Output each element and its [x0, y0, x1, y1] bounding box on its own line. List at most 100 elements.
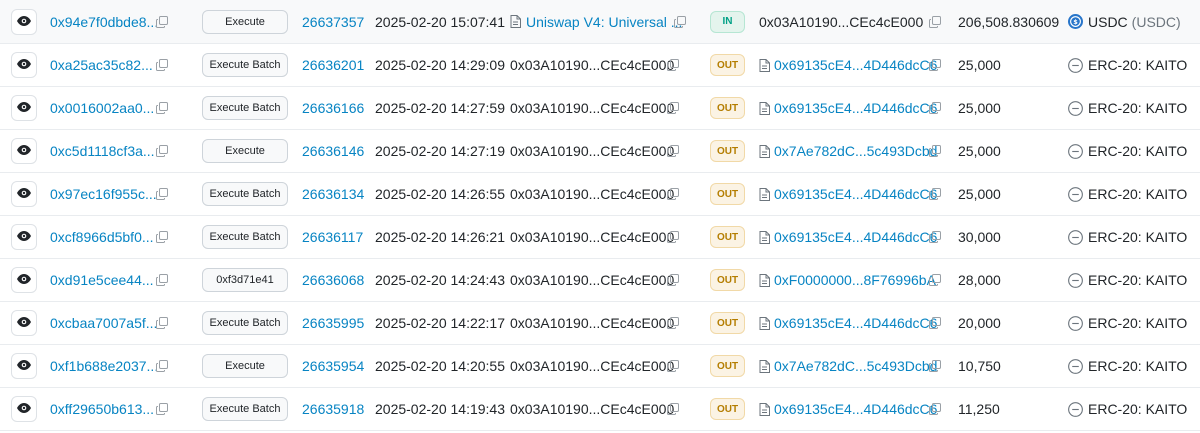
to-address-link[interactable]: 0x69135cE4...4D446dcC6 [759, 173, 937, 215]
erc20-token-icon [1068, 315, 1083, 331]
transaction-hash-link[interactable]: 0xcf8966d5bf0... [50, 216, 154, 258]
token-link[interactable]: ERC-20: KAITO [1068, 87, 1187, 129]
copy-from-button[interactable] [667, 302, 679, 344]
copy-from-button[interactable] [667, 44, 679, 86]
copy-to-button[interactable] [929, 173, 941, 215]
copy-hash-button[interactable] [156, 44, 168, 86]
to-address-link[interactable]: 0x69135cE4...4D446dcC6 [759, 87, 937, 129]
transaction-hash-link[interactable]: 0xc5d1118cf3a... [50, 130, 155, 172]
block-number-link[interactable]: 26636166 [302, 87, 364, 129]
copy-hash-button[interactable] [156, 0, 168, 43]
transaction-hash-link[interactable]: 0xf1b688e2037... [50, 345, 158, 387]
to-address-link[interactable]: 0x69135cE4...4D446dcC6 [759, 216, 937, 258]
copy-icon [667, 59, 679, 71]
transaction-hash-link[interactable]: 0x94e7f0dbde8... [50, 0, 158, 43]
direction-badge: OUT [710, 183, 745, 205]
copy-from-button[interactable] [667, 345, 679, 387]
copy-icon [929, 317, 941, 329]
timestamp: 2025-02-20 14:27:59 [375, 100, 505, 116]
transaction-hash-link[interactable]: 0x0016002aa0... [50, 87, 154, 129]
copy-hash-button[interactable] [156, 130, 168, 172]
copy-to-button[interactable] [929, 0, 941, 43]
preview-button[interactable] [11, 353, 37, 379]
block-number-link[interactable]: 26636068 [302, 259, 364, 301]
copy-from-button[interactable] [667, 259, 679, 301]
erc20-token-icon [1068, 272, 1083, 288]
token-link[interactable]: ERC-20: KAITO [1068, 345, 1187, 387]
copy-hash-button[interactable] [156, 216, 168, 258]
block-number-link[interactable]: 26635918 [302, 388, 364, 430]
copy-to-button[interactable] [929, 130, 941, 172]
copy-to-button[interactable] [929, 87, 941, 129]
copy-from-button[interactable] [667, 87, 679, 129]
erc20-token-icon [1068, 186, 1083, 202]
token-link[interactable]: ERC-20: KAITO [1068, 259, 1187, 301]
copy-icon [929, 59, 941, 71]
transaction-hash-link[interactable]: 0x97ec16f955c... [50, 173, 157, 215]
copy-to-button[interactable] [929, 44, 941, 86]
copy-icon [929, 102, 941, 114]
copy-from-button[interactable] [667, 173, 679, 215]
contract-icon [759, 402, 770, 416]
copy-hash-button[interactable] [156, 388, 168, 430]
amount: 25,000 [958, 186, 1001, 202]
to-address-link[interactable]: 0x7Ae782dC...5c493Dcbd [759, 345, 937, 387]
preview-button[interactable] [11, 138, 37, 164]
copy-to-button[interactable] [929, 216, 941, 258]
transaction-hash-link[interactable]: 0xd91e5cee44... [50, 259, 154, 301]
block-number-link[interactable]: 26635995 [302, 302, 364, 344]
token-link[interactable]: $ USDC (USDC) [1068, 0, 1181, 43]
preview-button[interactable] [11, 95, 37, 121]
to-address-link[interactable]: 0x69135cE4...4D446dcC6 [759, 388, 937, 430]
token-link[interactable]: ERC-20: KAITO [1068, 302, 1187, 344]
copy-hash-button[interactable] [156, 259, 168, 301]
copy-to-button[interactable] [929, 259, 941, 301]
copy-from-button[interactable] [667, 388, 679, 430]
copy-to-button[interactable] [929, 302, 941, 344]
copy-hash-button[interactable] [156, 173, 168, 215]
contract-icon [759, 273, 770, 287]
copy-to-button[interactable] [929, 388, 941, 430]
block-number-link[interactable]: 26637357 [302, 0, 364, 43]
copy-icon [929, 15, 941, 28]
token-link[interactable]: ERC-20: KAITO [1068, 216, 1187, 258]
method-badge: Execute Batch [202, 53, 288, 77]
block-number-link[interactable]: 26635954 [302, 345, 364, 387]
preview-button[interactable] [11, 52, 37, 78]
from-address-text: Uniswap V4: Universal ... [526, 13, 683, 30]
transaction-hash-link[interactable]: 0xa25ac35c82... [50, 44, 153, 86]
preview-button[interactable] [11, 224, 37, 250]
copy-icon [929, 231, 941, 243]
transaction-hash-link[interactable]: 0xcbaa7007a5f... [50, 302, 157, 344]
copy-from-button[interactable] [667, 216, 679, 258]
preview-button[interactable] [11, 8, 37, 35]
copy-from-button[interactable] [674, 0, 686, 43]
method-badge: Execute [202, 354, 288, 378]
preview-button[interactable] [11, 396, 37, 422]
block-number-link[interactable]: 26636117 [302, 216, 363, 258]
copy-hash-button[interactable] [156, 345, 168, 387]
copy-to-button[interactable] [929, 345, 941, 387]
block-number-link[interactable]: 26636201 [302, 44, 364, 86]
token-link[interactable]: ERC-20: KAITO [1068, 130, 1187, 172]
to-address-link[interactable]: 0x69135cE4...4D446dcC6 [759, 44, 937, 86]
block-number-link[interactable]: 26636146 [302, 130, 364, 172]
transaction-hash-link[interactable]: 0xff29650b613... [50, 388, 154, 430]
block-number-link[interactable]: 26636134 [302, 173, 364, 215]
copy-icon [929, 188, 941, 200]
copy-from-button[interactable] [667, 130, 679, 172]
eye-icon [17, 228, 31, 246]
preview-button[interactable] [11, 310, 37, 336]
copy-hash-button[interactable] [156, 87, 168, 129]
preview-button[interactable] [11, 267, 37, 293]
to-address-link[interactable]: 0x7Ae782dC...5c493Dcbd [759, 130, 937, 172]
token-link[interactable]: ERC-20: KAITO [1068, 44, 1187, 86]
copy-hash-button[interactable] [156, 302, 168, 344]
token-link[interactable]: ERC-20: KAITO [1068, 173, 1187, 215]
token-link[interactable]: ERC-20: KAITO [1068, 388, 1187, 430]
from-address-link[interactable]: Uniswap V4: Universal ... [510, 0, 682, 43]
token-name: ERC-20: KAITO [1088, 143, 1188, 159]
to-address-link[interactable]: 0x69135cE4...4D446dcC6 [759, 302, 937, 344]
preview-button[interactable] [11, 181, 37, 207]
to-address-link[interactable]: 0xF0000000...8F76996bA [759, 259, 936, 301]
